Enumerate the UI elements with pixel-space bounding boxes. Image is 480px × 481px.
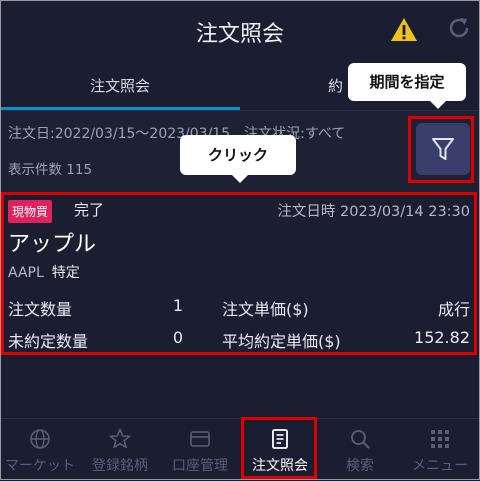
tab-order-inquiry[interactable]: 注文照会 bbox=[0, 62, 240, 110]
search-icon bbox=[351, 430, 370, 449]
nav-watchlist-label: 登録銘柄 bbox=[92, 458, 148, 474]
nav-market-label: マーケット bbox=[5, 458, 75, 474]
header: 注文照会 bbox=[0, 0, 480, 62]
card-icon bbox=[190, 431, 210, 447]
grid-icon bbox=[431, 430, 449, 448]
nav-highlight bbox=[241, 417, 317, 479]
nav-market[interactable]: マーケット bbox=[0, 425, 80, 475]
globe-icon bbox=[30, 429, 50, 449]
card-highlight bbox=[1, 192, 477, 355]
result-count: 表示件数 115 bbox=[8, 162, 93, 178]
reload-icon[interactable] bbox=[446, 15, 472, 41]
warning-icon[interactable] bbox=[390, 16, 418, 44]
filter-highlight bbox=[408, 116, 474, 183]
nav-search[interactable]: 検索 bbox=[320, 425, 400, 475]
order-card[interactable]: 現物買 完了 注文日時 2023/03/14 23:30 アップル AAPL 特定… bbox=[0, 192, 480, 355]
nav-menu-label: メニュー bbox=[412, 458, 468, 474]
nav-search-label: 検索 bbox=[346, 458, 374, 474]
nav-account-label: 口座管理 bbox=[172, 458, 228, 474]
nav-menu[interactable]: メニュー bbox=[400, 425, 480, 475]
star-icon bbox=[109, 428, 131, 449]
nav-watchlist[interactable]: 登録銘柄 bbox=[80, 425, 160, 475]
nav-account[interactable]: 口座管理 bbox=[160, 425, 240, 475]
bottom-nav: マーケット 登録銘柄 口座管理 注文照会 検索 メニュー bbox=[0, 417, 480, 481]
filter-tooltip: 期間を指定 bbox=[348, 63, 466, 109]
click-tooltip: クリック bbox=[180, 135, 296, 183]
tab-executions[interactable]: 約 bbox=[328, 62, 343, 110]
